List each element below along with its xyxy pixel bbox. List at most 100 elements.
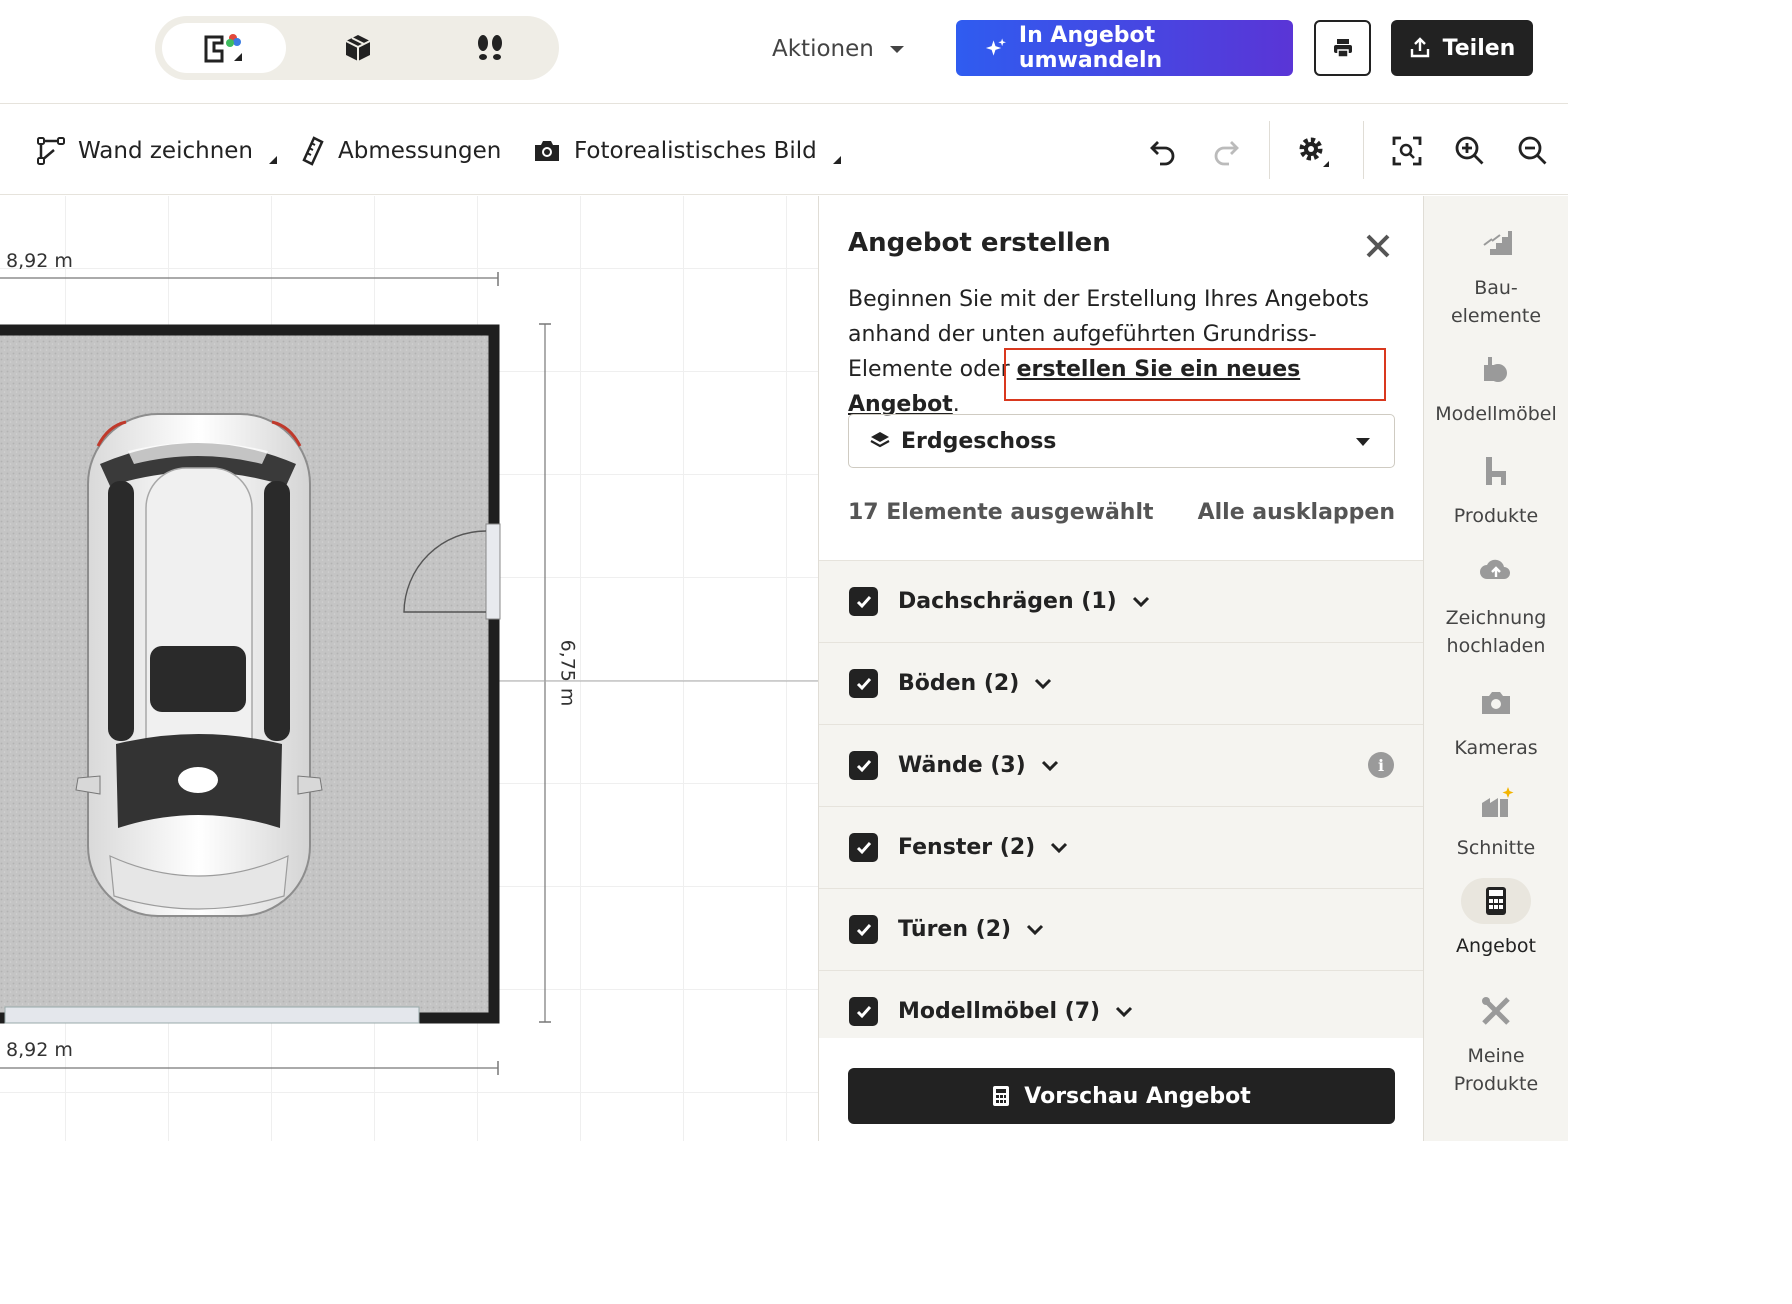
chevron-down-icon[interactable]: [1049, 841, 1069, 855]
element-group-row[interactable]: Wände (3) i: [819, 724, 1423, 806]
tools-icon: [1482, 997, 1510, 1025]
expand-all-button[interactable]: Alle ausklappen: [1198, 500, 1395, 525]
chevron-down-icon[interactable]: [1033, 677, 1053, 691]
settings-button[interactable]: [1293, 131, 1333, 171]
checkmark-icon: [856, 677, 871, 690]
close-panel-button[interactable]: [1362, 230, 1394, 262]
actions-label: Aktionen: [772, 36, 874, 62]
sidebar-item-zeichnung-hochladen[interactable]: Zeichnung hochladen: [1424, 550, 1568, 660]
group-checkbox[interactable]: [849, 669, 878, 698]
toolbar-divider: [1269, 121, 1270, 179]
group-checkbox[interactable]: [849, 587, 878, 616]
sidebar-item-modellmöbel[interactable]: Modellmöbel: [1424, 346, 1568, 428]
sidebar-item-produkte[interactable]: Produkte: [1424, 448, 1568, 530]
upload-icon: [1410, 37, 1429, 58]
fit-view-button[interactable]: [1387, 131, 1427, 171]
right-sidebar: Bau- elemente Modellmöbel Produkte Zeichnun…: [1424, 196, 1568, 1141]
chevron-down-icon: [1356, 438, 1370, 446]
group-checkbox[interactable]: [849, 997, 878, 1026]
group-checkbox[interactable]: [849, 833, 878, 862]
element-group-row[interactable]: Fenster (2): [819, 806, 1423, 888]
view-walk-button[interactable]: [428, 23, 552, 73]
footprints-icon: [478, 35, 502, 60]
camera-icon: [1482, 692, 1510, 714]
checkmark-icon: [856, 923, 871, 936]
submenu-indicator-icon: [832, 156, 841, 164]
group-label: Dachschrägen (1): [898, 589, 1117, 614]
sidebar-icon-wrap: [1461, 780, 1531, 826]
floorplan-icon: [204, 34, 242, 63]
redo-icon: [1214, 141, 1239, 166]
building-sparkle-icon: [1482, 787, 1514, 817]
dimension-right-label: 6,75 m: [556, 639, 579, 707]
chevron-down-icon[interactable]: [1025, 923, 1045, 937]
photo-label: Fotorealistisches Bild: [574, 138, 817, 164]
group-label: Türen (2): [898, 917, 1012, 942]
draw-wall-tool[interactable]: Wand zeichnen: [36, 131, 277, 171]
ruler-icon: [302, 136, 324, 166]
info-icon[interactable]: i: [1368, 752, 1394, 778]
sidebar-icon-wrap: [1461, 988, 1531, 1034]
submenu-indicator-icon: [269, 156, 277, 164]
chevron-down-icon[interactable]: [1040, 759, 1060, 773]
print-button[interactable]: [1314, 20, 1371, 76]
sidebar-icon-wrap: [1461, 346, 1531, 392]
floorplan-drawing: [0, 272, 818, 1075]
dimensions-tool[interactable]: Abmessungen: [300, 131, 501, 171]
sidebar-item-angebot[interactable]: Angebot: [1424, 878, 1568, 960]
panel-title: Angebot erstellen: [848, 228, 1111, 258]
zoom-out-button[interactable]: [1513, 131, 1553, 171]
element-group-row[interactable]: Türen (2): [819, 888, 1423, 970]
zoom-in-button[interactable]: [1450, 131, 1490, 171]
car-model[interactable]: [75, 413, 323, 917]
undo-icon: [1150, 141, 1175, 166]
sidebar-item-label: Meine Produkte: [1453, 1045, 1539, 1095]
floorplan-canvas[interactable]: 8,92 m 8,92 m 6,75 m: [0, 196, 818, 1141]
sidebar-item-label: Bau- elemente: [1450, 277, 1542, 327]
group-label: Fenster (2): [898, 835, 1036, 860]
toolbar-divider: [1363, 121, 1364, 179]
stairs-icon: [1482, 231, 1512, 255]
sidebar-item-meine-produkte[interactable]: Meine Produkte: [1424, 988, 1568, 1098]
convert-to-quote-button[interactable]: In Angebot umwandeln: [956, 20, 1293, 76]
element-group-row[interactable]: Böden (2): [819, 642, 1423, 724]
view-3d-button[interactable]: [296, 23, 420, 73]
panel-footer: Vorschau Angebot: [819, 1038, 1423, 1141]
undo-button[interactable]: [1143, 131, 1183, 171]
preview-quote-label: Vorschau Angebot: [1024, 1083, 1251, 1109]
sidebar-item-schnitte[interactable]: Schnitte: [1424, 780, 1568, 862]
group-label: Modellmöbel (7): [898, 999, 1101, 1024]
actions-menu[interactable]: Aktionen: [772, 30, 904, 68]
sidebar-item-label: Angebot: [1456, 935, 1536, 957]
redo-button[interactable]: [1206, 131, 1246, 171]
sidebar-item-label: Schnitte: [1456, 837, 1536, 859]
sidebar-item-label: Kameras: [1454, 737, 1538, 759]
draw-wall-label: Wand zeichnen: [78, 138, 253, 164]
group-checkbox[interactable]: [849, 915, 878, 944]
chevron-down-icon[interactable]: [1114, 1005, 1134, 1019]
element-group-row[interactable]: Dachschrägen (1): [819, 560, 1423, 642]
group-checkbox[interactable]: [849, 751, 878, 780]
floor-select[interactable]: Erdgeschoss: [848, 414, 1395, 468]
furniture-icon: [1484, 357, 1507, 382]
calculator-icon: [1486, 887, 1506, 915]
sidebar-item-kameras[interactable]: Kameras: [1424, 680, 1568, 762]
sidebar-icon-wrap: [1461, 220, 1531, 266]
sidebar-item-label: Modellmöbel: [1435, 403, 1557, 425]
checkmark-icon: [856, 759, 871, 772]
chevron-down-icon[interactable]: [1131, 595, 1151, 609]
camera-icon: [535, 141, 559, 161]
preview-quote-button[interactable]: Vorschau Angebot: [848, 1068, 1395, 1124]
share-button[interactable]: Teilen: [1391, 20, 1533, 76]
gear-icon: [1299, 137, 1329, 167]
convert-label: In Angebot umwandeln: [1018, 23, 1163, 73]
view-mode-toggle: [155, 16, 559, 80]
sidebar-item-bau-elemente[interactable]: Bau- elemente: [1424, 220, 1568, 330]
sidebar-icon-wrap: [1461, 680, 1531, 726]
photo-render-tool[interactable]: Fotorealistisches Bild: [532, 131, 841, 171]
element-group-row[interactable]: Modellmöbel (7): [819, 970, 1423, 1038]
chevron-down-icon: [889, 45, 904, 53]
sidebar-item-label: Produkte: [1453, 505, 1539, 527]
view-2d-button[interactable]: [162, 23, 286, 73]
group-label: Wände (3): [898, 753, 1026, 778]
